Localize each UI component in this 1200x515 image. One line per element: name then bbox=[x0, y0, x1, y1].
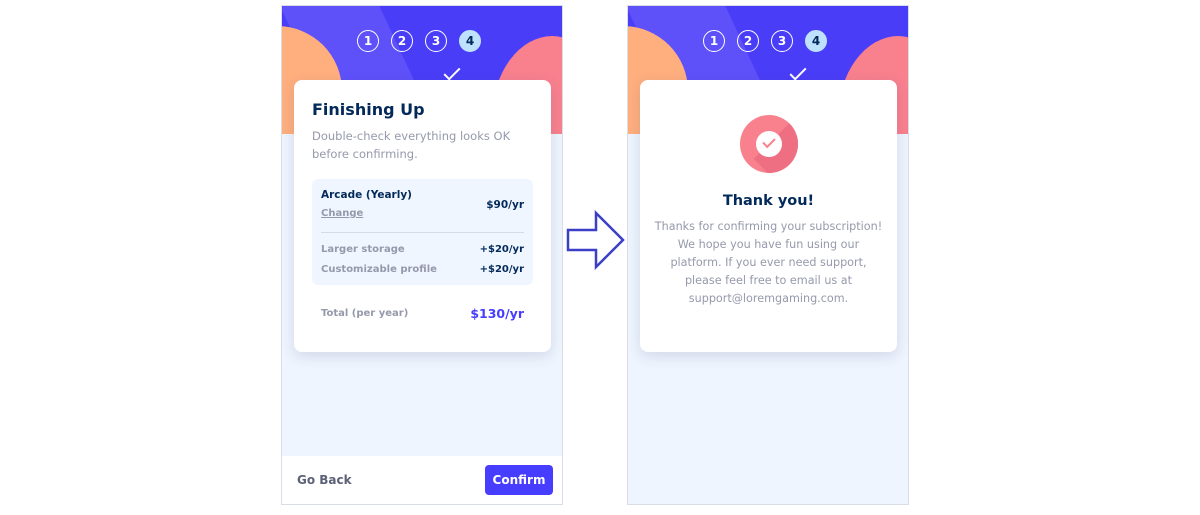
addon-price: +$20/yr bbox=[479, 244, 524, 255]
plan-row: Arcade (Yearly) Change $90/yr bbox=[321, 189, 524, 220]
check-icon bbox=[761, 134, 776, 149]
thank-you-message: Thanks for confirming your subscription!… bbox=[654, 220, 883, 305]
right-arrow-icon bbox=[566, 210, 625, 270]
thank-you-title: Thank you! bbox=[722, 193, 815, 209]
total-label: Total (per year) bbox=[321, 308, 409, 319]
addon-row: Customizable profile +$20/yr bbox=[321, 264, 524, 275]
summary-screen: 1 2 3 4 Finishing Up Double-check everyt… bbox=[281, 5, 563, 505]
step-indicator: 1 2 3 4 bbox=[357, 30, 481, 52]
page-title: Finishing Up bbox=[312, 100, 425, 119]
footer-bar: Go Back Confirm bbox=[282, 456, 562, 504]
addon-name: Customizable profile bbox=[321, 264, 437, 275]
change-plan-link[interactable]: Change bbox=[321, 208, 363, 219]
plan-price: $90/yr bbox=[486, 198, 524, 211]
total-row: Total (per year) $130/yr bbox=[312, 306, 533, 321]
divider bbox=[321, 232, 524, 233]
thank-you-card: Thank you! Thanks for confirming your su… bbox=[640, 80, 897, 352]
plan-name: Arcade (Yearly) bbox=[321, 189, 412, 201]
step-1[interactable]: 1 bbox=[357, 30, 379, 52]
order-summary: Arcade (Yearly) Change $90/yr Larger sto… bbox=[312, 179, 533, 285]
total-price: $130/yr bbox=[470, 306, 524, 321]
addon-price: +$20/yr bbox=[479, 264, 524, 275]
addon-row: Larger storage +$20/yr bbox=[321, 244, 524, 255]
step-4[interactable]: 4 bbox=[459, 30, 481, 52]
step-indicator: 1 2 3 4 bbox=[703, 30, 827, 52]
step-3[interactable]: 3 bbox=[771, 30, 793, 52]
banner-tick-icon bbox=[789, 63, 807, 81]
confirm-button[interactable]: Confirm bbox=[485, 465, 553, 495]
step-2[interactable]: 2 bbox=[737, 30, 759, 52]
step-3[interactable]: 3 bbox=[425, 30, 447, 52]
page-description: Double-check everything looks OK before … bbox=[312, 129, 511, 161]
step-1[interactable]: 1 bbox=[703, 30, 725, 52]
banner-tick-icon bbox=[443, 63, 461, 81]
thank-you-screen: 1 2 3 4 Thank you! Thanks for confirming… bbox=[627, 5, 909, 505]
icon-inner-circle bbox=[755, 131, 782, 157]
step-2[interactable]: 2 bbox=[391, 30, 413, 52]
checkmark-circle-icon bbox=[739, 115, 798, 173]
summary-card: Finishing Up Double-check everything loo… bbox=[294, 80, 551, 352]
step-4[interactable]: 4 bbox=[805, 30, 827, 52]
addon-name: Larger storage bbox=[321, 244, 405, 255]
go-back-button[interactable]: Go Back bbox=[297, 473, 352, 487]
